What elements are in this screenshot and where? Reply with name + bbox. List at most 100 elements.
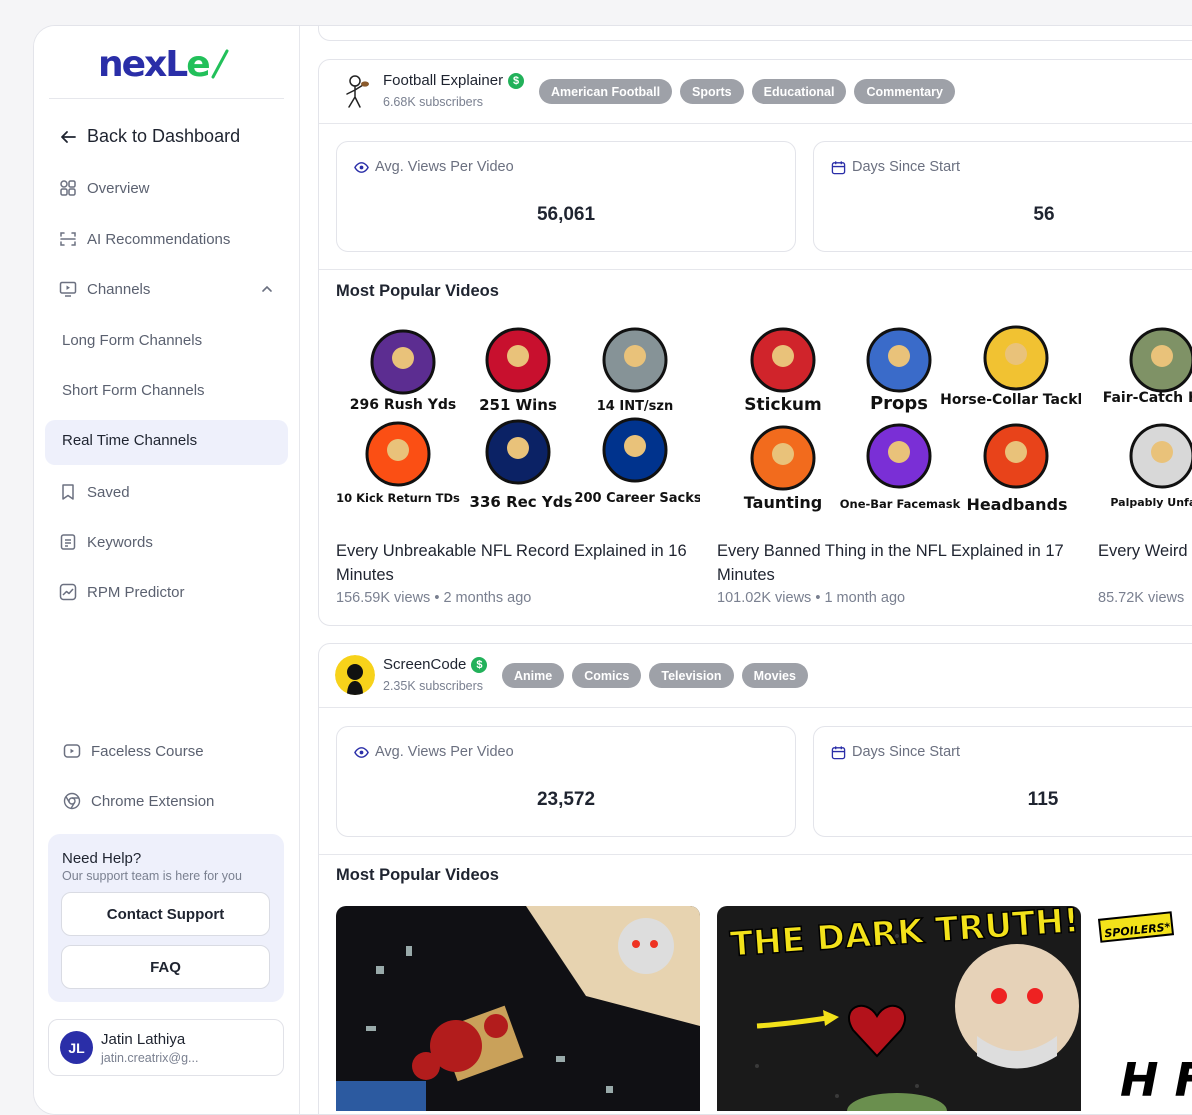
channel-name-text: Football Explainer xyxy=(383,72,504,89)
thumb-label: 336 Rec Yds xyxy=(470,493,573,511)
previous-channel-card xyxy=(318,26,1192,41)
sidebar-divider xyxy=(49,98,284,99)
section-divider xyxy=(319,269,1192,270)
video-title[interactable]: Every Weird Rule That Existed Explained xyxy=(1098,539,1192,563)
chevron-up-icon[interactable] xyxy=(260,282,274,296)
sidebar-item-ai-recommendations[interactable]: AI Recommendations xyxy=(59,230,230,248)
tag[interactable]: Educational xyxy=(751,79,847,104)
video-meta: 101.02K views • 1 month ago xyxy=(717,590,906,606)
monetized-icon: $ xyxy=(508,72,525,89)
sidebar-item-label: Faceless Course xyxy=(91,742,204,760)
days-label: Days Since Start xyxy=(831,159,960,175)
bookmark-icon xyxy=(59,483,77,501)
avg-views-value: 23,572 xyxy=(536,789,596,810)
tag[interactable]: American Football xyxy=(539,79,673,104)
channel-card: Football Explainer $ 6.68K subscribers Am… xyxy=(318,59,1192,626)
trend-chart-icon xyxy=(59,583,77,601)
sidebar-item-label: Channels xyxy=(87,280,151,298)
sidebar-item-faceless-course[interactable]: Faceless Course xyxy=(63,742,204,760)
sidebar-item-keywords[interactable]: Keywords xyxy=(59,533,153,551)
section-divider xyxy=(319,854,1192,855)
tag[interactable]: Comics xyxy=(572,663,642,688)
faq-button[interactable]: FAQ xyxy=(61,945,270,989)
stat-label-text: Days Since Start xyxy=(852,744,960,760)
sidebar-subitem-short-form[interactable]: Short Form Channels xyxy=(62,382,205,399)
stat-label-text: Avg. Views Per Video xyxy=(375,159,514,175)
sidebar-item-chrome-extension[interactable]: Chrome Extension xyxy=(63,792,214,810)
back-to-dashboard-link[interactable]: Back to Dashboard xyxy=(59,126,240,147)
video-thumbnail[interactable] xyxy=(336,906,700,1111)
contact-support-button[interactable]: Contact Support xyxy=(61,892,270,936)
tag[interactable]: Commentary xyxy=(854,79,955,104)
days-since-start-card: Days Since Start 115 xyxy=(813,726,1192,837)
video-icon xyxy=(63,742,81,760)
channel-name[interactable]: Football Explainer $ xyxy=(383,72,525,89)
avg-views-card: Avg. Views Per Video 23,572 xyxy=(336,726,796,837)
calendar-icon xyxy=(831,745,846,759)
eye-icon xyxy=(354,161,369,173)
chrome-icon xyxy=(63,792,81,810)
help-panel: Need Help? Our support team is here for … xyxy=(48,834,284,1002)
logo-wordmark: nexLe xyxy=(98,43,211,85)
thumb-label: Headbands xyxy=(966,495,1067,514)
app-window: nexLe Back to Dashboard Overview AI Reco… xyxy=(33,25,1192,1115)
thumb-label: Palpably Unfair Act xyxy=(1110,496,1192,509)
document-icon xyxy=(59,533,77,551)
sidebar-item-overview[interactable]: Overview xyxy=(59,179,150,197)
grid-icon xyxy=(59,179,77,197)
user-email: jatin.creatrix@g... xyxy=(101,1051,199,1065)
most-popular-videos-title: Most Popular Videos xyxy=(336,282,499,300)
days-label: Days Since Start xyxy=(831,744,960,760)
days-since-start-card: Days Since Start 56 xyxy=(813,141,1192,252)
brand-logo[interactable]: nexLe xyxy=(98,43,231,85)
tag[interactable]: Movies xyxy=(741,663,808,688)
avg-views-label: Avg. Views Per Video xyxy=(354,159,514,175)
channel-avatar[interactable] xyxy=(335,655,375,695)
stat-label-text: Avg. Views Per Video xyxy=(375,744,514,760)
channel-header: Football Explainer $ 6.68K subscribers Am… xyxy=(319,60,1192,124)
channel-tags: American Football Sports Educational Com… xyxy=(539,79,955,104)
video-thumbnail[interactable]: Fair-Catch Kick Palpably Unfair Act xyxy=(1098,322,1192,532)
monetized-icon: $ xyxy=(471,656,488,673)
video-thumbnail[interactable]: SPOILERS* H FIN PLA xyxy=(1098,906,1192,1111)
sidebar-item-rpm-predictor[interactable]: RPM Predictor xyxy=(59,583,185,601)
sidebar-item-label: RPM Predictor xyxy=(87,583,185,601)
video-thumbnail[interactable]: THE DARK TRUTH! xyxy=(717,906,1081,1111)
stat-label-text: Days Since Start xyxy=(852,159,960,175)
thumb-label: Props xyxy=(870,393,928,414)
user-profile[interactable]: JL Jatin Lathiya jatin.creatrix@g... xyxy=(48,1019,284,1076)
thumb-label: Taunting xyxy=(744,493,822,512)
scan-icon xyxy=(59,230,77,248)
channel-name[interactable]: ScreenCode $ xyxy=(383,656,488,673)
tag[interactable]: Television xyxy=(649,663,734,688)
sidebar-item-label: Chrome Extension xyxy=(91,792,215,810)
sidebar-item-channels[interactable]: Channels xyxy=(59,280,274,298)
thumb-label: 296 Rush Yds xyxy=(350,397,457,413)
video-title[interactable]: Every Banned Thing in the NFL Explained … xyxy=(717,539,1081,587)
arrow-left-icon xyxy=(61,130,76,143)
channel-subscribers: 6.68K subscribers xyxy=(383,95,484,109)
avg-views-label: Avg. Views Per Video xyxy=(354,744,514,760)
sidebar-item-saved[interactable]: Saved xyxy=(59,483,130,501)
logo-swoosh-icon xyxy=(211,49,229,79)
tag[interactable]: Sports xyxy=(680,79,744,104)
avg-views-value: 56,061 xyxy=(536,204,596,225)
thumb-label: 10 Kick Return TDs xyxy=(336,491,460,505)
video-thumbnail[interactable]: Stickum Props Horse-Collar Tackle Taunti… xyxy=(717,322,1081,532)
channel-card: ScreenCode $ 2.35K subscribers Anime Comi… xyxy=(318,643,1192,1114)
channel-name-text: ScreenCode xyxy=(383,656,467,673)
video-title[interactable]: Every Unbreakable NFL Record Explained i… xyxy=(336,539,700,587)
thumb-text: H FIN PLA xyxy=(1120,1053,1192,1107)
channel-tags: Anime Comics Television Movies xyxy=(502,663,808,688)
channel-avatar[interactable] xyxy=(335,71,375,111)
sidebar-item-label: Overview xyxy=(87,179,150,197)
sidebar-subitem-long-form[interactable]: Long Form Channels xyxy=(62,332,202,349)
user-name: Jatin Lathiya xyxy=(101,1031,186,1048)
help-subtitle: Our support team is here for you xyxy=(62,869,242,883)
tag[interactable]: Anime xyxy=(502,663,565,688)
sidebar-subitem-real-time[interactable]: Real Time Channels xyxy=(62,432,197,449)
thumb-label: 14 INT/szn xyxy=(597,399,674,414)
thumb-label: One-Bar Facemask xyxy=(840,497,961,511)
video-thumbnail[interactable]: 296 Rush Yds 251 Wins 14 INT/szn 10 Kick… xyxy=(336,322,700,532)
days-value: 56 xyxy=(1033,204,1055,225)
